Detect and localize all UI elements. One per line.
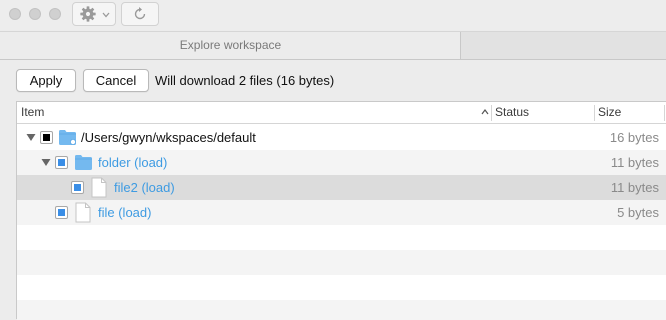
- column-header-size[interactable]: Size: [598, 102, 621, 123]
- table-row[interactable]: folder (load) 11 bytes: [17, 150, 666, 175]
- checkbox-mark: [74, 184, 81, 191]
- row-name-link[interactable]: folder (load): [98, 150, 167, 175]
- file-icon: [75, 202, 91, 223]
- checkbox-checked[interactable]: [55, 156, 68, 169]
- folder-icon: [75, 155, 92, 170]
- empty-row: [17, 250, 666, 275]
- empty-row: [17, 300, 666, 320]
- file-tree-table[interactable]: Item Status Size /Users/gwyn/wkspaces/de…: [16, 101, 666, 320]
- settings-menu-button[interactable]: [72, 2, 116, 26]
- download-summary: Will download 2 files (16 bytes): [155, 73, 335, 88]
- refresh-icon: [134, 7, 146, 20]
- row-name-link[interactable]: file (load): [98, 200, 151, 225]
- table-header: Item Status Size: [17, 102, 666, 124]
- column-header-item[interactable]: Item: [21, 102, 44, 123]
- empty-row: [17, 225, 666, 250]
- empty-row: [17, 275, 666, 300]
- cancel-button[interactable]: Cancel: [83, 69, 149, 92]
- row-name: /Users/gwyn/wkspaces/default: [81, 130, 256, 145]
- disclosure-triangle-expanded-icon[interactable]: [26, 133, 36, 142]
- disclosure-triangle-expanded-icon[interactable]: [41, 158, 51, 167]
- table-row[interactable]: /Users/gwyn/wkspaces/default 16 bytes: [17, 125, 666, 150]
- minimize-window-button[interactable]: [29, 8, 41, 20]
- tab-bar: Explore workspace: [0, 31, 666, 60]
- checkbox-mark: [58, 159, 65, 166]
- column-divider[interactable]: [594, 105, 595, 121]
- checkbox-checked[interactable]: [71, 181, 84, 194]
- folder-icon: [59, 130, 76, 145]
- tab-title: Explore workspace: [179, 38, 282, 52]
- checkbox-checked[interactable]: [55, 206, 68, 219]
- row-size: 11 bytes: [610, 180, 659, 195]
- row-size: 5 bytes: [617, 205, 659, 220]
- close-window-button[interactable]: [9, 8, 21, 20]
- refresh-button[interactable]: [121, 2, 159, 26]
- apply-button[interactable]: Apply: [16, 69, 76, 92]
- row-size: 11 bytes: [610, 155, 659, 170]
- title-bar: [0, 0, 666, 30]
- table-row[interactable]: file (load) 5 bytes: [17, 200, 666, 225]
- checkbox-mixed[interactable]: [40, 131, 53, 144]
- sort-ascending-icon: [481, 109, 489, 115]
- chevron-down-icon: [102, 12, 110, 18]
- zoom-window-button[interactable]: [49, 8, 61, 20]
- checkbox-mark: [58, 209, 65, 216]
- row-name-link[interactable]: file2 (load): [114, 175, 175, 200]
- file-icon: [91, 177, 107, 198]
- column-divider[interactable]: [491, 105, 492, 121]
- column-header-status[interactable]: Status: [495, 102, 529, 123]
- column-divider[interactable]: [664, 105, 665, 121]
- checkbox-mark: [43, 134, 50, 141]
- table-row-selected[interactable]: file2 (load) 11 bytes: [17, 175, 666, 200]
- row-size: 16 bytes: [609, 130, 659, 145]
- gear-icon: [80, 6, 96, 22]
